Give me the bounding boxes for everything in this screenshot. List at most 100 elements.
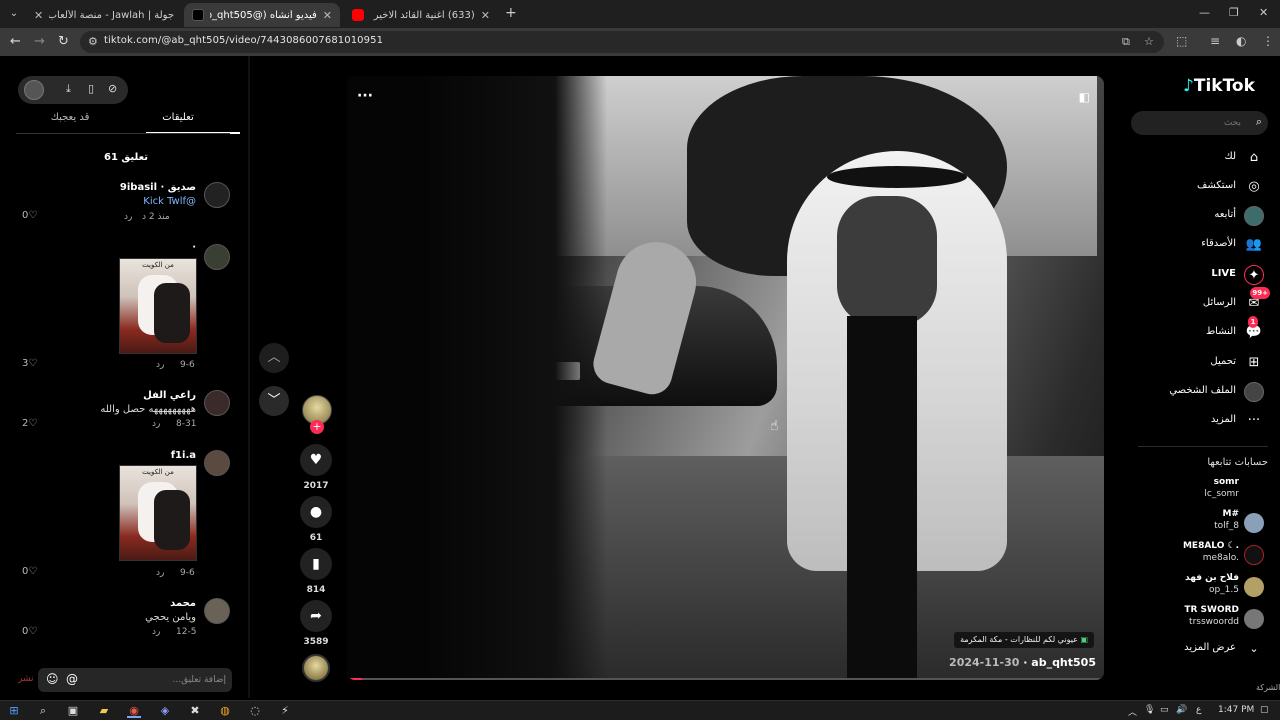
comment-icon[interactable]: ● bbox=[300, 496, 332, 528]
task-view-icon[interactable]: ▣ bbox=[66, 704, 80, 718]
reload-icon[interactable]: ↻ bbox=[58, 34, 69, 49]
media-control-icon[interactable]: ≡ bbox=[1210, 34, 1220, 48]
avatar[interactable] bbox=[204, 450, 230, 476]
search-icon[interactable]: ⌕ bbox=[36, 704, 50, 718]
browser-tab-jawlah[interactable]: ✕ جولة | Jawlah - منصة الألعاب الت bbox=[26, 3, 182, 27]
comment-user[interactable]: · bbox=[192, 242, 196, 253]
more-options-icon[interactable]: ··· bbox=[357, 88, 373, 104]
download-icon[interactable]: ⤓ bbox=[66, 82, 71, 96]
following-account[interactable]: M# tolf_8 bbox=[1140, 509, 1268, 537]
reply-button[interactable]: رد bbox=[152, 627, 160, 637]
windows-start-icon[interactable]: ⊞ bbox=[7, 704, 21, 718]
mention-icon[interactable]: @ bbox=[66, 672, 78, 686]
reply-button[interactable]: رد bbox=[156, 568, 164, 578]
music-disc-icon[interactable] bbox=[302, 654, 330, 682]
notifications-icon[interactable]: ▢ bbox=[1260, 705, 1269, 715]
volume-icon[interactable]: 🔊 bbox=[1176, 705, 1187, 715]
avatar[interactable] bbox=[24, 80, 44, 100]
video-player[interactable]: ··· ◧ ▣ عيوني لكم للنظارات - مكة المكرمة… bbox=[347, 76, 1104, 680]
next-video-button[interactable]: ﹀ bbox=[259, 386, 289, 416]
search-input[interactable] bbox=[1141, 115, 1241, 131]
following-account[interactable]: somr lc_somr bbox=[1140, 477, 1268, 505]
tab-you-may-like[interactable]: قد يعجبك bbox=[22, 112, 118, 123]
video-author[interactable]: 2024-11-30 · ab_qht505 bbox=[949, 656, 1096, 669]
extensions-icon[interactable]: ⬚ bbox=[1176, 34, 1187, 48]
back-icon[interactable]: ← bbox=[10, 34, 21, 49]
sidebar-item-live[interactable]: LIVE ✦ bbox=[1140, 264, 1268, 286]
post-comment-button[interactable]: نشر bbox=[18, 674, 34, 684]
company-link[interactable]: الشركة bbox=[1256, 683, 1280, 692]
heart-icon[interactable]: ♥ bbox=[300, 444, 332, 476]
app-icon[interactable]: ◌ bbox=[248, 704, 262, 718]
tiktok-logo[interactable]: ♪TikTok bbox=[1183, 76, 1255, 96]
profile-icon[interactable]: ◐ bbox=[1236, 34, 1246, 48]
address-bar[interactable]: ⚙ tiktok.com/@ab_qht505/video/7443086007… bbox=[80, 31, 1164, 53]
input-language[interactable]: ع bbox=[1196, 705, 1201, 715]
close-tab-icon[interactable]: ✕ bbox=[481, 9, 490, 22]
search-icon[interactable]: ⌕ bbox=[1256, 115, 1262, 129]
sidebar-item-explore[interactable]: استكشف ◎ bbox=[1140, 176, 1268, 198]
comment-user[interactable]: محمد bbox=[170, 598, 196, 609]
sidebar-item-messages[interactable]: الرسائل ✉ 99+ bbox=[1140, 287, 1270, 315]
sidebar-item-more[interactable]: المزيد ··· bbox=[1140, 410, 1268, 432]
sidebar-item-friends[interactable]: الأصدقاء 👥 bbox=[1140, 234, 1268, 256]
reply-button[interactable]: رد bbox=[124, 212, 132, 222]
following-account[interactable]: ME8ALO ☾. me8alo. bbox=[1140, 541, 1268, 569]
close-window-icon[interactable]: ✕ bbox=[1259, 6, 1268, 19]
see-more-button[interactable]: عرض المزيد ⌄ bbox=[1140, 641, 1268, 657]
comment-user[interactable]: صديق · 9ibasil bbox=[120, 182, 196, 193]
close-tab-icon[interactable]: ✕ bbox=[323, 9, 332, 22]
emoji-icon[interactable]: ☺ bbox=[46, 672, 59, 686]
avatar[interactable] bbox=[204, 244, 230, 270]
url-text[interactable]: tiktok.com/@ab_qht505/video/744308600768… bbox=[104, 35, 383, 46]
file-explorer-icon[interactable]: ▰ bbox=[97, 704, 111, 718]
game-app-icon[interactable]: ◍ bbox=[218, 704, 232, 718]
browser-tab-youtube[interactable]: (633) اغنية القائد الاخير ابو كيان | ✕ bbox=[344, 3, 498, 27]
comment-image[interactable]: من الكويت bbox=[119, 465, 197, 561]
avatar[interactable] bbox=[204, 390, 230, 416]
bookmark-icon[interactable]: ▮ bbox=[300, 548, 332, 580]
sidebar-item-following[interactable]: أتابعه bbox=[1140, 205, 1268, 227]
sidebar-item-profile[interactable]: الملف الشخصي bbox=[1140, 381, 1268, 403]
sidebar-item-activity[interactable]: النشاط 💬 1 bbox=[1140, 316, 1268, 344]
comment-user[interactable]: f1i.a bbox=[171, 450, 196, 461]
comment-like[interactable]: 0♡ bbox=[22, 566, 37, 577]
phone-icon[interactable]: ▯ bbox=[88, 82, 94, 95]
sidebar-item-upload[interactable]: تحميل ⊞ bbox=[1140, 352, 1268, 374]
follow-button[interactable]: + bbox=[310, 420, 324, 434]
compass-icon[interactable]: ⊘ bbox=[108, 82, 117, 95]
new-tab-button[interactable]: + bbox=[505, 5, 517, 21]
following-account[interactable]: TR SWORD trsswoordd bbox=[1140, 605, 1268, 633]
comment-like[interactable]: 3♡ bbox=[22, 358, 37, 369]
comment-image[interactable]: من الكويت bbox=[119, 258, 197, 354]
tray-expand-icon[interactable]: ︿ bbox=[1128, 705, 1137, 718]
comment-user[interactable]: راعي الفل bbox=[143, 390, 196, 401]
sidebar-item-for-you[interactable]: لك ⌂ bbox=[1140, 147, 1268, 169]
previous-video-button[interactable]: ︿ bbox=[259, 343, 289, 373]
discord-icon[interactable]: ◈ bbox=[158, 704, 172, 718]
comment-text[interactable]: @Kick Twlf bbox=[143, 196, 196, 207]
avatar[interactable] bbox=[204, 598, 230, 624]
cast-icon[interactable]: ⧉ bbox=[1122, 35, 1130, 49]
browser-tab-tiktok[interactable]: فيديو أنشأه (@ab_qht505) | ✕ bbox=[184, 3, 340, 27]
site-info-icon[interactable]: ⚙ bbox=[88, 35, 98, 48]
capcut-icon[interactable]: ✖ bbox=[188, 704, 202, 718]
following-account[interactable]: فلاح بن فهد op_1.5 bbox=[1140, 573, 1268, 601]
comment-like[interactable]: 0♡ bbox=[22, 626, 37, 637]
bookmark-star-icon[interactable]: ☆ bbox=[1144, 35, 1154, 48]
clock[interactable]: 1:47 PM bbox=[1218, 705, 1254, 715]
reply-button[interactable]: رد bbox=[156, 360, 164, 370]
forward-icon[interactable]: → bbox=[34, 34, 45, 49]
avatar[interactable] bbox=[204, 182, 230, 208]
minimize-icon[interactable]: — bbox=[1199, 6, 1210, 19]
reply-button[interactable]: رد bbox=[152, 419, 160, 429]
microphone-icon[interactable]: 🎙 bbox=[1144, 705, 1155, 715]
video-progress-bar[interactable] bbox=[347, 678, 1104, 680]
comment-like[interactable]: 2♡ bbox=[22, 418, 37, 429]
restore-icon[interactable]: ❐ bbox=[1229, 6, 1239, 19]
comment-input[interactable] bbox=[106, 672, 226, 688]
tab-comments[interactable]: تعليقات bbox=[130, 112, 226, 123]
browser-menu-icon[interactable]: ⋮ bbox=[1262, 34, 1274, 48]
tab-search-icon[interactable]: ⌄ bbox=[6, 6, 22, 22]
close-tab-icon[interactable]: ✕ bbox=[34, 9, 43, 22]
